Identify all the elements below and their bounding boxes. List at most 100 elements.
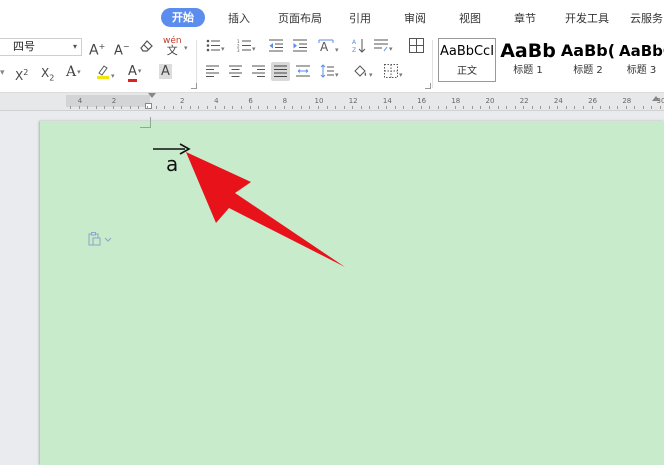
- shading-icon[interactable]: ▾: [353, 64, 373, 83]
- ruler-tick-mark: [608, 106, 610, 109]
- svg-text:A: A: [352, 39, 357, 46]
- ruler-tick-label: 26: [588, 97, 598, 105]
- paste-options-icon[interactable]: [88, 232, 112, 246]
- justify-icon[interactable]: [271, 62, 290, 81]
- svg-text:A: A: [320, 40, 329, 53]
- ruler-tick-mark: [95, 106, 97, 109]
- ruler-tick-mark: [497, 106, 499, 109]
- document-workspace: a: [0, 111, 664, 465]
- ruler-tick-mark: [463, 106, 465, 109]
- ruler-tick-mark: [531, 106, 533, 109]
- align-right-icon[interactable]: [252, 65, 265, 81]
- tab-references[interactable]: 引用: [349, 10, 371, 26]
- tab-home[interactable]: 开始: [161, 8, 205, 27]
- style-name: 标题 1: [513, 65, 543, 76]
- decrease-indent-icon[interactable]: [269, 39, 283, 56]
- ruler-tick-mark: [249, 106, 251, 109]
- tab-cloud-service[interactable]: 云服务: [630, 10, 663, 26]
- borders-icon[interactable]: ▾: [384, 64, 403, 83]
- ruler-tick-mark: [70, 106, 71, 109]
- ruler-tick-label: 16: [417, 97, 427, 105]
- font-dialog-launcher-icon[interactable]: [191, 83, 197, 89]
- style-preview: AaBbC: [619, 42, 664, 60]
- font-size-select[interactable]: 四号 ▾: [0, 38, 82, 56]
- highlight-icon[interactable]: ▾: [96, 64, 115, 84]
- numbered-list-icon[interactable]: 1 2 3 ▾: [237, 39, 256, 57]
- document-page[interactable]: a: [40, 117, 664, 465]
- chevron-down-icon: ▾: [72, 42, 77, 51]
- phonetic-dropdown[interactable]: ▾: [183, 39, 188, 56]
- chevron-down-icon[interactable]: ▾: [0, 65, 5, 81]
- red-arrow-annotation: [186, 152, 345, 267]
- style-heading-2[interactable]: AaBb( 标题 2: [559, 38, 617, 82]
- group-separator: [196, 40, 197, 88]
- increase-indent-icon[interactable]: [293, 39, 307, 56]
- style-heading-3[interactable]: AaBbC 标题 3: [619, 38, 664, 82]
- style-name: 正文: [457, 66, 477, 77]
- phonetic-guide-icon[interactable]: wén 文: [163, 36, 182, 56]
- subscript-icon[interactable]: X2: [41, 65, 54, 86]
- ruler-tick-mark: [437, 106, 439, 109]
- show-marks-icon[interactable]: ▾: [374, 38, 393, 57]
- superscript-icon[interactable]: X2: [15, 65, 28, 84]
- ruler-tick-mark: [583, 106, 584, 109]
- shrink-font-icon[interactable]: A−: [114, 39, 130, 59]
- ruler-tick-mark: [377, 106, 379, 109]
- first-line-indent-marker[interactable]: [148, 93, 156, 98]
- tab-insert[interactable]: 插入: [228, 10, 250, 26]
- ruler-tick-mark: [506, 106, 508, 109]
- ruler-tick-label: 18: [451, 97, 461, 105]
- paragraph-dialog-launcher-icon[interactable]: [425, 83, 431, 89]
- ruler-tick-mark: [523, 106, 525, 109]
- group-separator: [432, 40, 433, 88]
- font-color-icon[interactable]: A▾: [128, 63, 141, 82]
- grow-font-icon[interactable]: A+: [89, 39, 105, 59]
- ruler-tick-mark: [591, 106, 593, 109]
- align-left-icon[interactable]: [206, 65, 219, 81]
- bullet-list-icon[interactable]: ▾: [206, 39, 225, 57]
- ruler-tick-mark: [215, 106, 217, 109]
- ruler-tick-mark: [352, 106, 354, 109]
- text-effect-icon[interactable]: A▾: [66, 64, 81, 80]
- align-center-icon[interactable]: [229, 65, 242, 81]
- ruler-tick-mark: [600, 106, 602, 109]
- table-grid-icon[interactable]: [409, 38, 424, 57]
- ruler-tick-mark: [309, 106, 311, 109]
- ruler-tick-mark: [420, 106, 422, 109]
- ruler-tick-mark: [223, 106, 225, 109]
- ruler-tick-mark: [634, 106, 636, 109]
- clear-format-icon[interactable]: [139, 38, 154, 57]
- style-name: 标题 3: [626, 65, 657, 76]
- ruler-tick-mark: [659, 106, 661, 109]
- style-heading-1[interactable]: AaBb 标题 1: [499, 38, 557, 82]
- ruler-tick-mark: [557, 106, 559, 109]
- sort-icon[interactable]: AZ: [352, 38, 366, 57]
- ruler-tick-label: 12: [348, 97, 358, 105]
- ruler-tick-mark: [206, 106, 208, 109]
- document-text[interactable]: a: [166, 154, 178, 174]
- ruler-tick-mark: [198, 106, 200, 109]
- horizontal-ruler[interactable]: 4 2 2 4 6 8 10 12 14 16 18 20 22 24 26 28 30: [0, 93, 664, 111]
- distributed-icon[interactable]: [296, 65, 310, 81]
- ruler-tick-label: 10: [314, 97, 324, 105]
- tab-section[interactable]: 章节: [514, 10, 536, 26]
- ruler-tick-mark: [146, 106, 148, 109]
- ruler-tick-label: 2: [179, 97, 185, 105]
- tab-review[interactable]: 审阅: [404, 10, 426, 26]
- tab-developer[interactable]: 开发工具: [565, 10, 609, 26]
- ruler-tick-label: 30: [656, 97, 664, 105]
- style-normal[interactable]: AaBbCcI 正文: [438, 38, 496, 82]
- ruler-tick-mark: [129, 106, 131, 109]
- char-shading-icon[interactable]: A: [159, 64, 172, 79]
- tab-page-layout[interactable]: 页面布局: [278, 10, 322, 26]
- chinese-layout-icon[interactable]: A ▾: [318, 38, 339, 58]
- tab-view[interactable]: 视图: [459, 10, 481, 26]
- line-spacing-icon[interactable]: ▾: [320, 64, 339, 83]
- style-name: 标题 2: [573, 65, 603, 76]
- ruler-tick-mark: [488, 106, 490, 109]
- ruler-tick-mark: [326, 106, 328, 109]
- ruler-tick-mark: [335, 106, 337, 109]
- ruler-tick-mark: [241, 106, 242, 109]
- ruler-tick-mark: [87, 106, 89, 109]
- ruler-tick-mark: [189, 106, 191, 109]
